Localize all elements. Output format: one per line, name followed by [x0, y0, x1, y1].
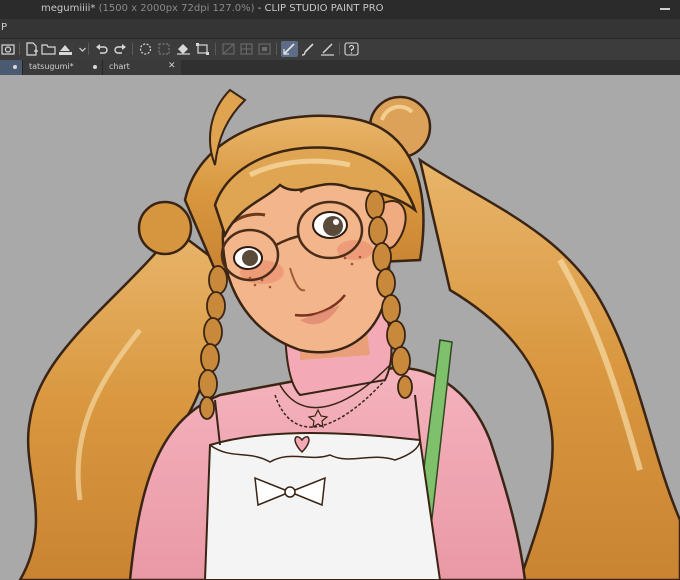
snap-special-ruler-icon[interactable] — [238, 41, 255, 57]
snap-ruler-icon[interactable] — [220, 41, 237, 57]
left-bun — [137, 200, 193, 256]
modified-indicator — [13, 65, 17, 69]
window-title: megumiiii* (1500 x 2000px 72dpi 127.0%) … — [41, 3, 384, 14]
title-bar: megumiiii* (1500 x 2000px 72dpi 127.0%) … — [0, 0, 680, 19]
toolbar-separator — [339, 43, 340, 55]
undo-icon[interactable] — [93, 41, 110, 57]
save-icon[interactable] — [57, 41, 74, 57]
new-file-icon[interactable] — [23, 41, 40, 57]
app-name: CLIP STUDIO PAINT PRO — [264, 3, 384, 14]
snap-grid-icon[interactable] — [256, 41, 273, 57]
document-tabs: tatsugumi* chart ✕ — [0, 60, 680, 75]
menu-bar: P — [0, 19, 680, 38]
redo-icon[interactable] — [112, 41, 129, 57]
help-icon[interactable] — [343, 41, 360, 57]
chevron-down-icon[interactable] — [74, 41, 86, 57]
close-icon[interactable]: ✕ — [168, 61, 176, 71]
toolbar-separator — [132, 43, 133, 55]
toolbar-separator — [88, 43, 89, 55]
minimize-icon[interactable] — [660, 8, 670, 10]
deselect-icon[interactable] — [156, 41, 173, 57]
camera-icon[interactable] — [0, 41, 17, 57]
doc-name: megumiiii* — [41, 3, 96, 14]
fill-icon[interactable] — [175, 41, 192, 57]
tab-tatsugumi[interactable]: tatsugumi* — [22, 60, 103, 75]
toolbar-separator — [215, 43, 216, 55]
title-separator: - — [254, 3, 265, 14]
tab-megumiiii[interactable] — [0, 60, 22, 75]
command-bar — [0, 38, 680, 61]
drawing-canvas[interactable] — [0, 75, 680, 580]
brush-icon[interactable] — [300, 41, 317, 57]
open-folder-icon[interactable] — [40, 41, 57, 57]
menu-item-partial[interactable]: P — [1, 22, 7, 33]
toolbar-separator — [19, 43, 20, 55]
modified-indicator — [93, 65, 97, 69]
doc-info: (1500 x 2000px 72dpi 127.0%) — [98, 3, 255, 14]
pen-pressure-icon[interactable] — [281, 41, 298, 57]
artwork-illustration — [18, 88, 680, 580]
ruler-pen-icon[interactable] — [319, 41, 336, 57]
transform-icon[interactable] — [194, 41, 211, 57]
select-all-icon[interactable] — [137, 41, 154, 57]
tab-label: chart — [109, 62, 130, 71]
tab-label: tatsugumi* — [29, 62, 74, 71]
tab-chart[interactable]: chart ✕ — [102, 60, 181, 75]
toolbar-separator — [276, 43, 277, 55]
